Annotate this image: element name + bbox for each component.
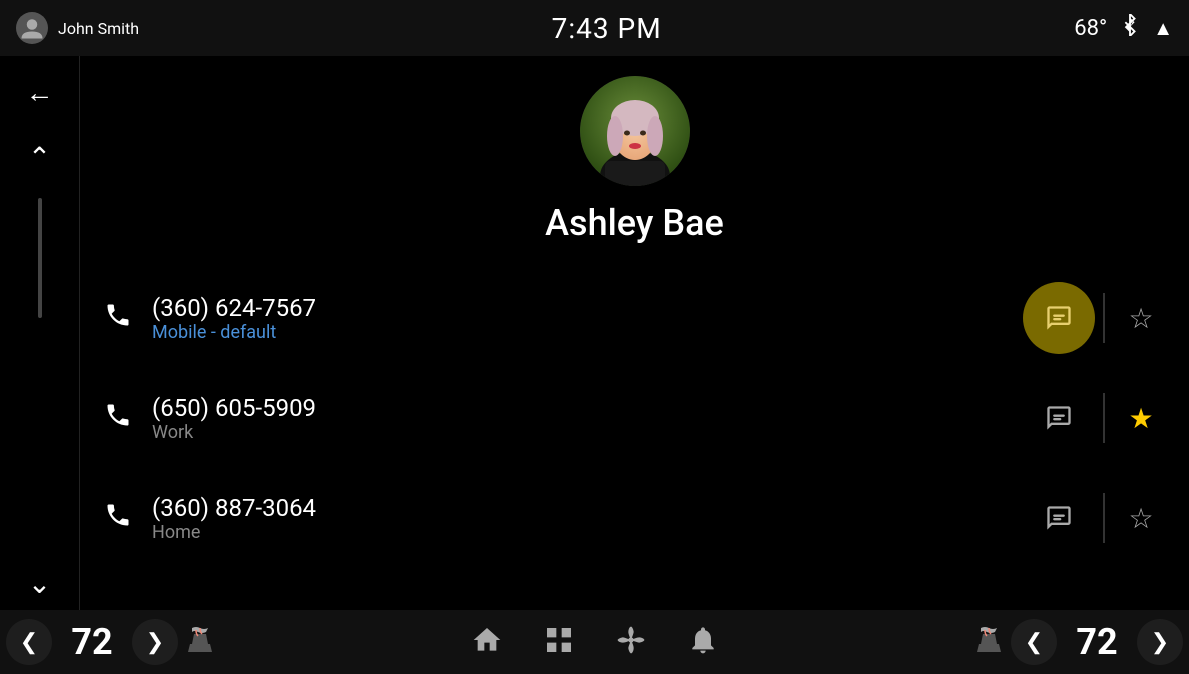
status-right: 68° ▲ (1074, 14, 1173, 42)
message-button-2[interactable] (1023, 482, 1095, 554)
phone-entry-2: (360) 887-3064 Home ☆ (80, 468, 1189, 568)
phone-number-2: (360) 887-3064 (152, 494, 1007, 522)
user-avatar-icon (16, 12, 48, 44)
bottom-nav-bar: ❮ 72 ❯ (0, 610, 1189, 674)
right-temp-decrease-button[interactable]: ❮ (1011, 619, 1057, 665)
phone-info-2: (360) 887-3064 Home (152, 494, 1007, 543)
clock: 7:43 PM (552, 12, 662, 45)
call-icon-1[interactable] (100, 401, 136, 436)
notification-button[interactable] (687, 624, 719, 660)
user-name: John Smith (58, 19, 139, 38)
right-temp-value: 72 (1057, 621, 1137, 663)
main-area: ← ⌃ ⌄ (0, 56, 1189, 610)
scroll-indicator (38, 198, 42, 318)
grid-button[interactable] (543, 624, 575, 660)
phone-type-2: Home (152, 522, 1007, 543)
scroll-up-button[interactable]: ⌃ (28, 141, 51, 174)
left-temp-decrease-button[interactable]: ❮ (6, 619, 52, 665)
phone-number-1: (650) 605-5909 (152, 394, 1007, 422)
contact-avatar (580, 76, 690, 186)
left-temp-value: 72 (52, 621, 132, 663)
back-button[interactable]: ← (26, 76, 54, 109)
signal-icon: ▲ (1153, 16, 1173, 41)
message-button-1[interactable] (1023, 382, 1095, 454)
contact-detail-area: Ashley Bae (360) 624-7567 Mobile - defau… (80, 56, 1189, 610)
home-button[interactable] (471, 624, 503, 660)
phone-info-0: (360) 624-7567 Mobile - default (152, 294, 1007, 343)
phone-entry-0: (360) 624-7567 Mobile - default ☆ (80, 268, 1189, 368)
phone-entry-1: (650) 605-5909 Work ★ (80, 368, 1189, 468)
bluetooth-icon (1119, 14, 1141, 42)
right-heat-seat-icon (973, 624, 1005, 660)
favorite-button-1[interactable]: ★ (1113, 390, 1169, 446)
favorite-button-0[interactable]: ☆ (1113, 290, 1169, 346)
fan-button[interactable] (615, 624, 647, 660)
left-temp-control: ❮ 72 ❯ (0, 619, 220, 665)
right-temp-control: ❮ 72 ❯ (969, 619, 1189, 665)
divider-0 (1103, 293, 1105, 343)
status-left: John Smith (16, 12, 139, 44)
call-icon-2[interactable] (100, 501, 136, 536)
action-buttons-1: ★ (1023, 382, 1169, 454)
divider-1 (1103, 393, 1105, 443)
action-buttons-0: ☆ (1023, 282, 1169, 354)
action-buttons-2: ☆ (1023, 482, 1169, 554)
phone-info-1: (650) 605-5909 Work (152, 394, 1007, 443)
favorite-button-2[interactable]: ☆ (1113, 490, 1169, 546)
status-bar: John Smith 7:43 PM 68° ▲ (0, 0, 1189, 56)
phone-list: (360) 624-7567 Mobile - default ☆ (80, 268, 1189, 568)
divider-2 (1103, 493, 1105, 543)
scroll-down-button[interactable]: ⌄ (28, 567, 51, 600)
temperature-display: 68° (1074, 16, 1107, 41)
call-icon-0[interactable] (100, 301, 136, 336)
phone-number-0: (360) 624-7567 (152, 294, 1007, 322)
left-heat-seat-icon (184, 624, 216, 660)
left-temp-increase-button[interactable]: ❯ (132, 619, 178, 665)
contact-name: Ashley Bae (545, 202, 724, 244)
phone-type-0: Mobile - default (152, 322, 1007, 343)
phone-type-1: Work (152, 422, 1007, 443)
bottom-nav-icons (471, 624, 719, 660)
left-sidebar: ← ⌃ ⌄ (0, 56, 80, 610)
message-button-0[interactable] (1023, 282, 1095, 354)
right-temp-increase-button[interactable]: ❯ (1137, 619, 1183, 665)
